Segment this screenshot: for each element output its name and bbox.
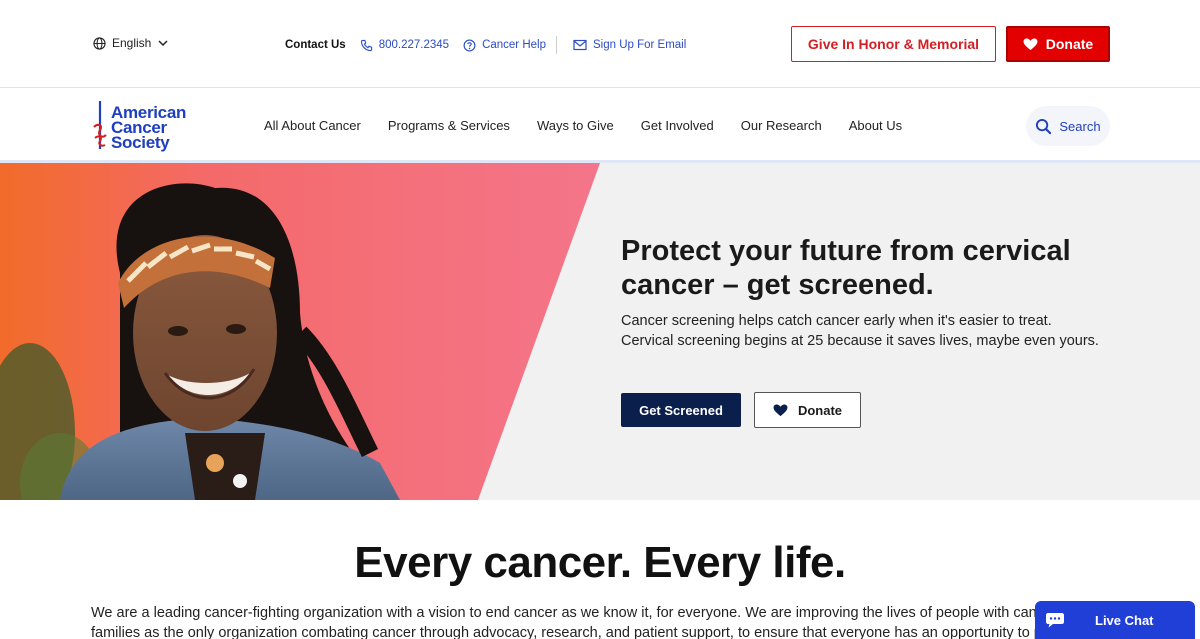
email-signup-link[interactable]: Sign Up For Email [573, 39, 686, 51]
phone-number: 800.227.2345 [378, 39, 450, 51]
nav-item-programs-services[interactable]: Programs & Services [388, 118, 510, 133]
mission-line-1: We are a leading cancer-fighting organiz… [91, 605, 1053, 621]
hero-title: Protect your future from cervical cancer… [621, 235, 1071, 301]
nav-item-our-research[interactable]: Our Research [741, 118, 822, 133]
hero-text-line-1: Cancer screening helps catch cancer earl… [621, 313, 1052, 329]
mission-statement: We are a leading cancer-fighting organiz… [91, 603, 1111, 639]
cancer-help-link[interactable]: Cancer Help [463, 39, 546, 52]
heart-icon [1023, 37, 1038, 50]
nav-item-get-involved[interactable]: Get Involved [641, 118, 714, 133]
heart-icon [773, 403, 788, 416]
contact-us-label[interactable]: Contact Us [285, 39, 346, 51]
hero-banner: Protect your future from cervical cancer… [0, 163, 1200, 500]
utility-bar: English Contact Us 800.227.2345 Cancer H… [0, 0, 1200, 88]
nav-menu: All About Cancer Programs & Services Way… [264, 118, 902, 133]
cancer-help-label: Cancer Help [482, 39, 546, 51]
donate-button-header[interactable]: Donate [1006, 26, 1110, 62]
logo-line-3: Society [111, 133, 170, 152]
email-signup-label: Sign Up For Email [592, 39, 687, 51]
nav-item-about-us[interactable]: About Us [849, 118, 902, 133]
sword-logo-icon [93, 101, 107, 149]
give-in-honor-button[interactable]: Give In Honor & Memorial [791, 26, 996, 62]
language-label: English [112, 36, 152, 50]
hero-description: Cancer screening helps catch cancer earl… [621, 311, 1101, 351]
mission-tagline: Every cancer. Every life. [354, 538, 846, 587]
utility-divider [555, 36, 557, 54]
phone-link[interactable]: 800.227.2345 [360, 39, 449, 52]
donate-button-hero[interactable]: Donate [754, 392, 861, 428]
live-chat-button[interactable]: Live Chat [1035, 601, 1195, 639]
phone-icon [360, 39, 372, 51]
mail-icon [573, 39, 587, 51]
live-chat-label: Live Chat [1095, 612, 1154, 628]
search-icon [1036, 118, 1052, 134]
search-label: Search [1059, 118, 1101, 134]
help-circle-icon [463, 39, 476, 51]
language-selector[interactable]: English [93, 36, 169, 50]
acs-logo[interactable]: American Cancer Society [92, 99, 186, 151]
mission-line-2: families as the only organization combat… [91, 625, 1042, 639]
donate-label-hero: Donate [797, 402, 843, 418]
donate-label-header: Donate [1045, 36, 1094, 52]
chevron-down-icon [158, 40, 168, 47]
get-screened-button[interactable]: Get Screened [621, 393, 741, 427]
search-button[interactable]: Search [1026, 106, 1110, 146]
hero-text-line-2: Cervical screening begins at 25 because … [621, 333, 1099, 349]
nav-item-ways-to-give[interactable]: Ways to Give [537, 118, 614, 133]
nav-item-all-about-cancer[interactable]: All About Cancer [264, 118, 361, 133]
globe-icon [93, 36, 106, 50]
utility-links: Contact Us 800.227.2345 Cancer Help Sign… [285, 36, 700, 54]
chat-bubble-icon [1046, 613, 1064, 628]
hero-photo [0, 163, 600, 500]
main-navigation: American Cancer Society All About Cancer… [0, 89, 1200, 163]
logo-wordmark: American Cancer Society [111, 104, 186, 152]
